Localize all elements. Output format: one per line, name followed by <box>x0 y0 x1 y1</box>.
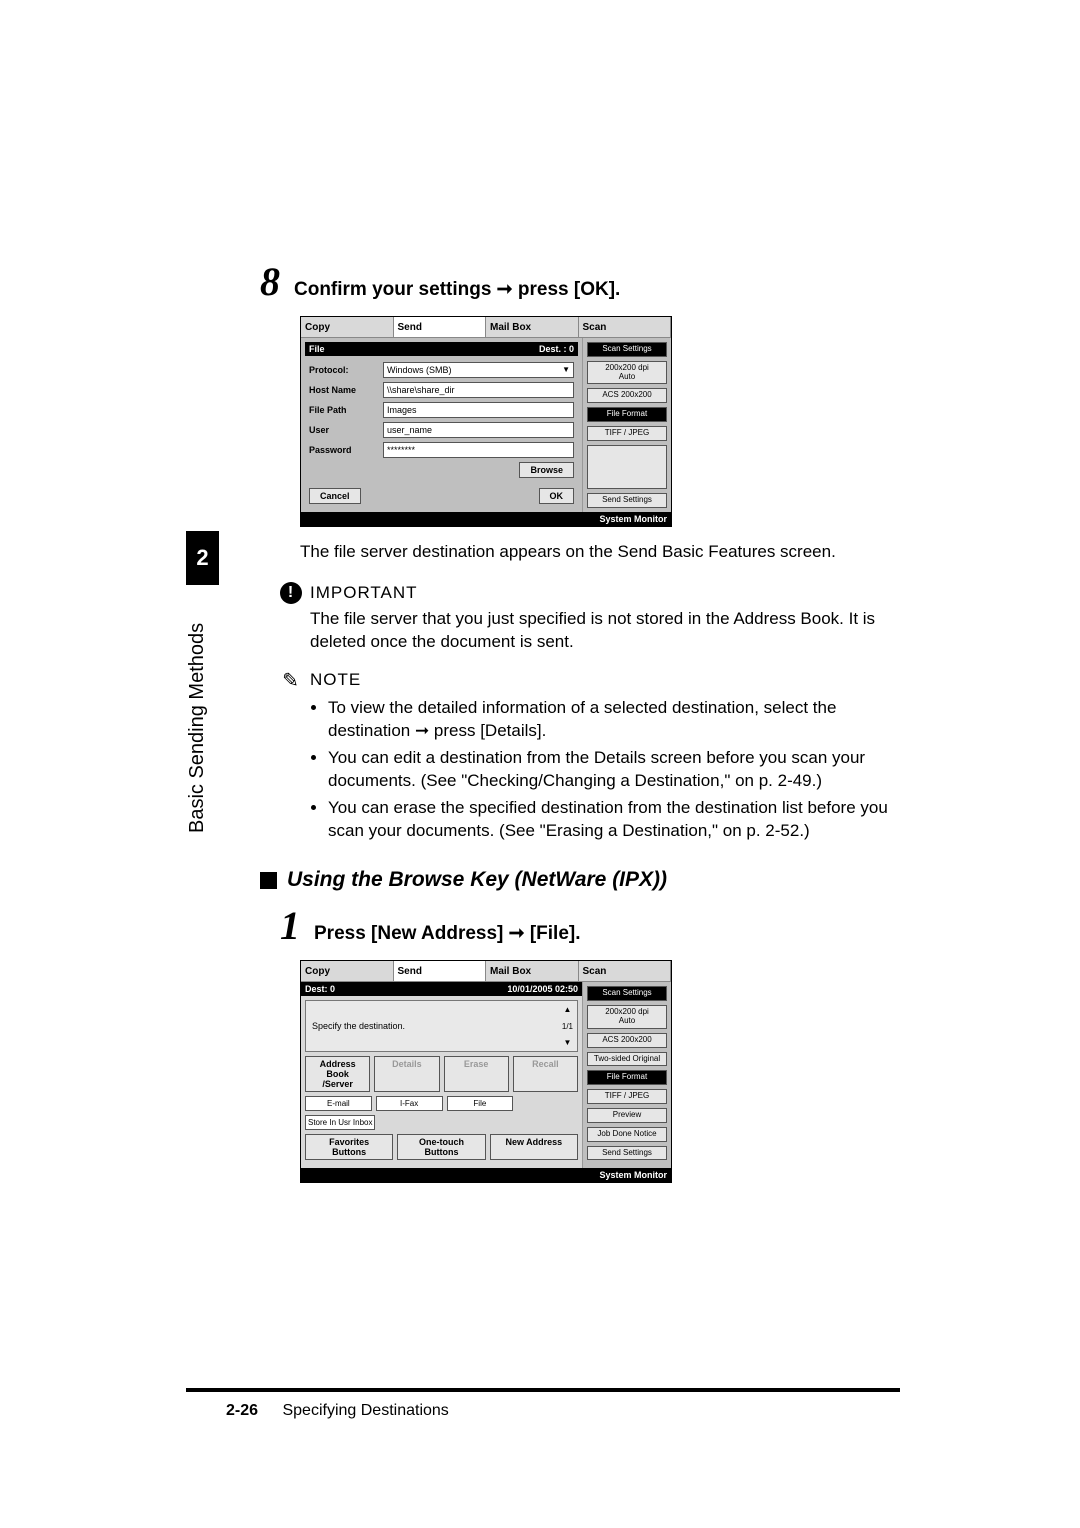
page-footer: 2-26 Specifying Destinations <box>226 1402 449 1420</box>
destination-hint: Specify the destination. <box>312 1021 405 1031</box>
note-item: To view the detailed information of a se… <box>328 697 900 743</box>
note-item: You can edit a destination from the Deta… <box>328 747 900 793</box>
dpi-box[interactable]: 200x200 dpi Auto <box>587 1005 667 1029</box>
important-heading: ! IMPORTANT <box>280 582 900 604</box>
disabled-box <box>587 445 667 489</box>
tab-scan[interactable]: Scan <box>579 317 672 337</box>
new-address-button[interactable]: New Address <box>490 1134 578 1160</box>
step-number: 1 <box>280 906 300 946</box>
file-bar-dest: Dest. : 0 <box>539 344 574 354</box>
status-bar: Dest: 0 10/01/2005 02:50 <box>301 982 582 996</box>
protocol-value: Windows (SMB) <box>387 363 452 377</box>
tab-mailbox[interactable]: Mail Box <box>486 317 579 337</box>
onetouch-button[interactable]: One-touch Buttons <box>397 1134 485 1160</box>
important-text: The file server that you just specified … <box>310 608 900 654</box>
dpi-box[interactable]: 200x200 dpi Auto <box>587 361 667 385</box>
cancel-button[interactable]: Cancel <box>309 488 361 504</box>
system-monitor-button[interactable]: System Monitor <box>301 512 671 526</box>
page-down-icon[interactable]: ▼ <box>563 1038 571 1047</box>
filepath-label: File Path <box>309 405 379 415</box>
note-heading: ✎ NOTE <box>280 668 900 693</box>
file-bar: File Dest. : 0 <box>305 342 578 356</box>
screenshot-file-dialog: Copy Send Mail Box Scan File Dest. : 0 P… <box>300 316 900 527</box>
step-8: 8 Confirm your settings ➞ press [OK]. <box>260 262 900 302</box>
file-format-header: File Format <box>587 1070 667 1085</box>
dest-count: Dest: 0 <box>305 984 335 994</box>
auto-value: Auto <box>590 373 664 382</box>
recall-button: Recall <box>513 1056 578 1092</box>
step-text: Confirm your settings ➞ press [OK]. <box>294 278 620 301</box>
address-book-button[interactable]: Address Book /Server <box>305 1056 370 1092</box>
tab-mailbox[interactable]: Mail Box <box>486 961 579 981</box>
protocol-label: Protocol: <box>309 365 379 375</box>
twosided-box[interactable]: Two-sided Original <box>587 1052 667 1067</box>
password-input[interactable]: ******** <box>383 442 574 458</box>
tab-copy[interactable]: Copy <box>301 317 394 337</box>
email-button[interactable]: E-mail <box>305 1096 372 1111</box>
subsection-heading: Using the Browse Key (NetWare (IPX)) <box>260 868 900 892</box>
important-icon: ! <box>280 582 302 604</box>
note-label: NOTE <box>310 670 361 690</box>
tab-copy[interactable]: Copy <box>301 961 394 981</box>
ok-button[interactable]: OK <box>539 488 575 504</box>
note-body: To view the detailed information of a se… <box>310 697 900 843</box>
acs-box[interactable]: ACS 200x200 <box>587 388 667 403</box>
screenshot-send-screen: Copy Send Mail Box Scan Dest: 0 10/01/20… <box>300 960 900 1183</box>
page-number: 2-26 <box>226 1402 258 1419</box>
square-bullet-icon <box>260 872 277 889</box>
section-name: Specifying Destinations <box>282 1402 448 1419</box>
browse-button[interactable]: Browse <box>519 462 574 478</box>
details-button: Details <box>374 1056 439 1092</box>
ifax-button[interactable]: I-Fax <box>376 1096 443 1111</box>
tab-scan[interactable]: Scan <box>579 961 672 981</box>
file-bar-title: File <box>309 344 325 354</box>
step-number: 8 <box>260 262 280 302</box>
auto-value: Auto <box>590 1017 664 1026</box>
page-up-icon[interactable]: ▲ <box>563 1005 571 1014</box>
job-done-button[interactable]: Job Done Notice <box>587 1127 667 1142</box>
destination-list: Specify the destination. ▲ 1/1 ▼ <box>305 1000 578 1052</box>
send-settings-button[interactable]: Send Settings <box>587 1146 667 1161</box>
erase-button: Erase <box>444 1056 509 1092</box>
tiff-jpeg-box[interactable]: TIFF / JPEG <box>587 426 667 441</box>
important-label: IMPORTANT <box>310 583 418 603</box>
filepath-input[interactable]: Images <box>383 402 574 418</box>
send-settings-button[interactable]: Send Settings <box>587 493 667 508</box>
page-indicator: 1/1 <box>562 1022 573 1031</box>
tab-send[interactable]: Send <box>394 961 487 981</box>
note-icon: ✎ <box>280 668 302 693</box>
chevron-down-icon: ▼ <box>562 363 570 377</box>
preview-button[interactable]: Preview <box>587 1108 667 1123</box>
scan-settings-header: Scan Settings <box>587 986 667 1001</box>
step-text: Press [New Address] ➞ [File]. <box>314 922 581 945</box>
step8-after-para: The file server destination appears on t… <box>300 541 900 564</box>
scan-settings-header: Scan Settings <box>587 342 667 357</box>
subsection-title: Using the Browse Key (NetWare (IPX)) <box>287 868 667 892</box>
tab-send[interactable]: Send <box>394 317 487 337</box>
acs-box[interactable]: ACS 200x200 <box>587 1033 667 1048</box>
chapter-title: Basic Sending Methods <box>186 585 219 870</box>
system-monitor-button[interactable]: System Monitor <box>301 1168 671 1182</box>
footer-rule <box>186 1388 900 1392</box>
file-button[interactable]: File <box>447 1096 514 1111</box>
user-input[interactable]: user_name <box>383 422 574 438</box>
protocol-select[interactable]: Windows (SMB) ▼ <box>383 362 574 378</box>
hostname-label: Host Name <box>309 385 379 395</box>
password-label: Password <box>309 445 379 455</box>
note-item: You can erase the specified destination … <box>328 797 900 843</box>
user-label: User <box>309 425 379 435</box>
store-inbox-button[interactable]: Store In Usr Inbox <box>305 1115 375 1130</box>
hostname-input[interactable]: \\share\share_dir <box>383 382 574 398</box>
file-format-header: File Format <box>587 407 667 422</box>
tiff-jpeg-box[interactable]: TIFF / JPEG <box>587 1089 667 1104</box>
favorites-button[interactable]: Favorites Buttons <box>305 1134 393 1160</box>
chapter-tab: 2 <box>186 531 219 585</box>
step-1: 1 Press [New Address] ➞ [File]. <box>280 906 900 946</box>
datetime: 10/01/2005 02:50 <box>507 984 578 994</box>
